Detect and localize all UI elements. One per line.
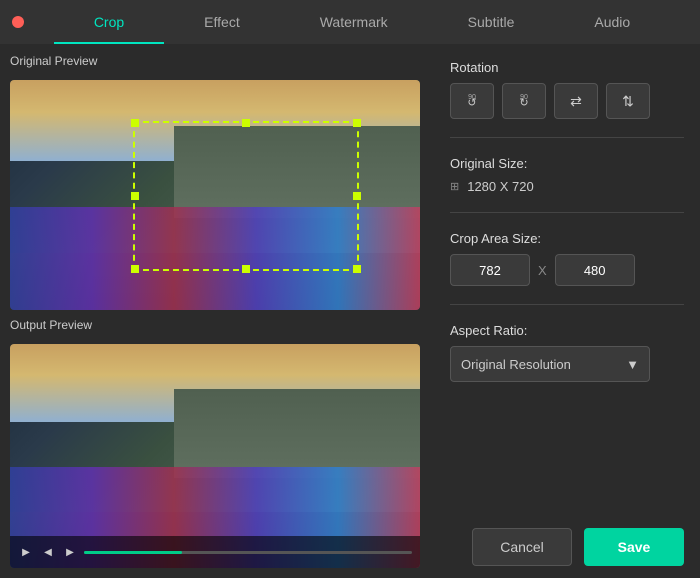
aspect-ratio-section: Aspect Ratio: Original Resolution ▼	[450, 323, 684, 382]
rotation-buttons-group: ↺ 90 ↻ 90 ⇄ ⇅	[450, 83, 684, 119]
output-preview: ▶ ◀ ▶	[10, 344, 420, 568]
crop-separator: X	[538, 263, 547, 278]
cancel-button[interactable]: Cancel	[472, 528, 572, 566]
resize-icon: ⊞	[450, 180, 459, 193]
aspect-ratio-value: Original Resolution	[461, 357, 571, 372]
flip-vertical-button[interactable]: ⇅	[606, 83, 650, 119]
output-video-buildings	[174, 389, 420, 479]
crop-handle-tm[interactable]	[242, 119, 250, 127]
right-panel: Rotation ↺ 90 ↻ 90 ⇄	[430, 44, 700, 578]
rotate-cw-button[interactable]: ↻ 90	[502, 83, 546, 119]
footer-buttons: Cancel Save	[450, 528, 684, 566]
video-progress-fill	[84, 551, 182, 554]
crop-handle-tr[interactable]	[353, 119, 361, 127]
tab-bar: Crop Effect Watermark Subtitle Audio	[24, 0, 700, 44]
original-size-title: Original Size:	[450, 156, 684, 171]
crop-area-section: Crop Area Size: X	[450, 231, 684, 286]
title-bar: Crop Effect Watermark Subtitle Audio	[0, 0, 700, 44]
crop-handle-bl[interactable]	[131, 265, 139, 273]
left-panel: Original Preview Output Pre	[0, 44, 430, 578]
original-size-section: Original Size: ⊞ 1280 X 720	[450, 156, 684, 194]
crop-inputs-group: X	[450, 254, 684, 286]
crop-selection-box[interactable]	[133, 121, 359, 271]
divider-3	[450, 304, 684, 305]
original-size-value: 1280 X 720	[467, 179, 534, 194]
crop-handle-tl[interactable]	[131, 119, 139, 127]
rotate-ccw-button[interactable]: ↺ 90	[450, 83, 494, 119]
dropdown-arrow-icon: ▼	[626, 357, 639, 372]
prev-frame-button[interactable]: ◀	[40, 544, 56, 560]
divider-1	[450, 137, 684, 138]
tab-crop[interactable]: Crop	[54, 0, 164, 44]
output-video-ocean	[10, 400, 133, 467]
save-button[interactable]: Save	[584, 528, 684, 566]
main-content: Original Preview Output Pre	[0, 44, 700, 578]
original-size-row: ⊞ 1280 X 720	[450, 179, 684, 194]
crop-height-input[interactable]	[555, 254, 635, 286]
crop-handle-ml[interactable]	[131, 192, 139, 200]
play-button[interactable]: ▶	[18, 544, 34, 560]
tab-subtitle[interactable]: Subtitle	[428, 0, 555, 44]
crop-handle-bm[interactable]	[242, 265, 250, 273]
aspect-ratio-dropdown[interactable]: Original Resolution ▼	[450, 346, 650, 382]
rotation-section: Rotation ↺ 90 ↻ 90 ⇄	[450, 60, 684, 119]
output-preview-label: Output Preview	[10, 318, 420, 332]
divider-2	[450, 212, 684, 213]
video-controls-bar: ▶ ◀ ▶	[10, 536, 420, 568]
tab-audio[interactable]: Audio	[554, 0, 670, 44]
svg-text:90: 90	[468, 94, 476, 101]
next-frame-button[interactable]: ▶	[62, 544, 78, 560]
rotation-title: Rotation	[450, 60, 684, 75]
crop-width-input[interactable]	[450, 254, 530, 286]
svg-text:90: 90	[520, 94, 528, 101]
tab-watermark[interactable]: Watermark	[280, 0, 428, 44]
original-preview-label: Original Preview	[10, 54, 420, 68]
svg-text:⇅: ⇅	[622, 93, 634, 109]
video-ocean	[10, 138, 133, 207]
crop-handle-mr[interactable]	[353, 192, 361, 200]
original-preview	[10, 80, 420, 310]
output-video-background	[10, 344, 420, 568]
flip-horizontal-button[interactable]: ⇄	[554, 83, 598, 119]
crop-area-title: Crop Area Size:	[450, 231, 684, 246]
svg-text:⇄: ⇄	[570, 93, 582, 109]
tab-effect[interactable]: Effect	[164, 0, 280, 44]
video-progress-bar[interactable]	[84, 551, 412, 554]
aspect-ratio-title: Aspect Ratio:	[450, 323, 684, 338]
close-button-icon[interactable]	[12, 16, 24, 28]
crop-handle-br[interactable]	[353, 265, 361, 273]
